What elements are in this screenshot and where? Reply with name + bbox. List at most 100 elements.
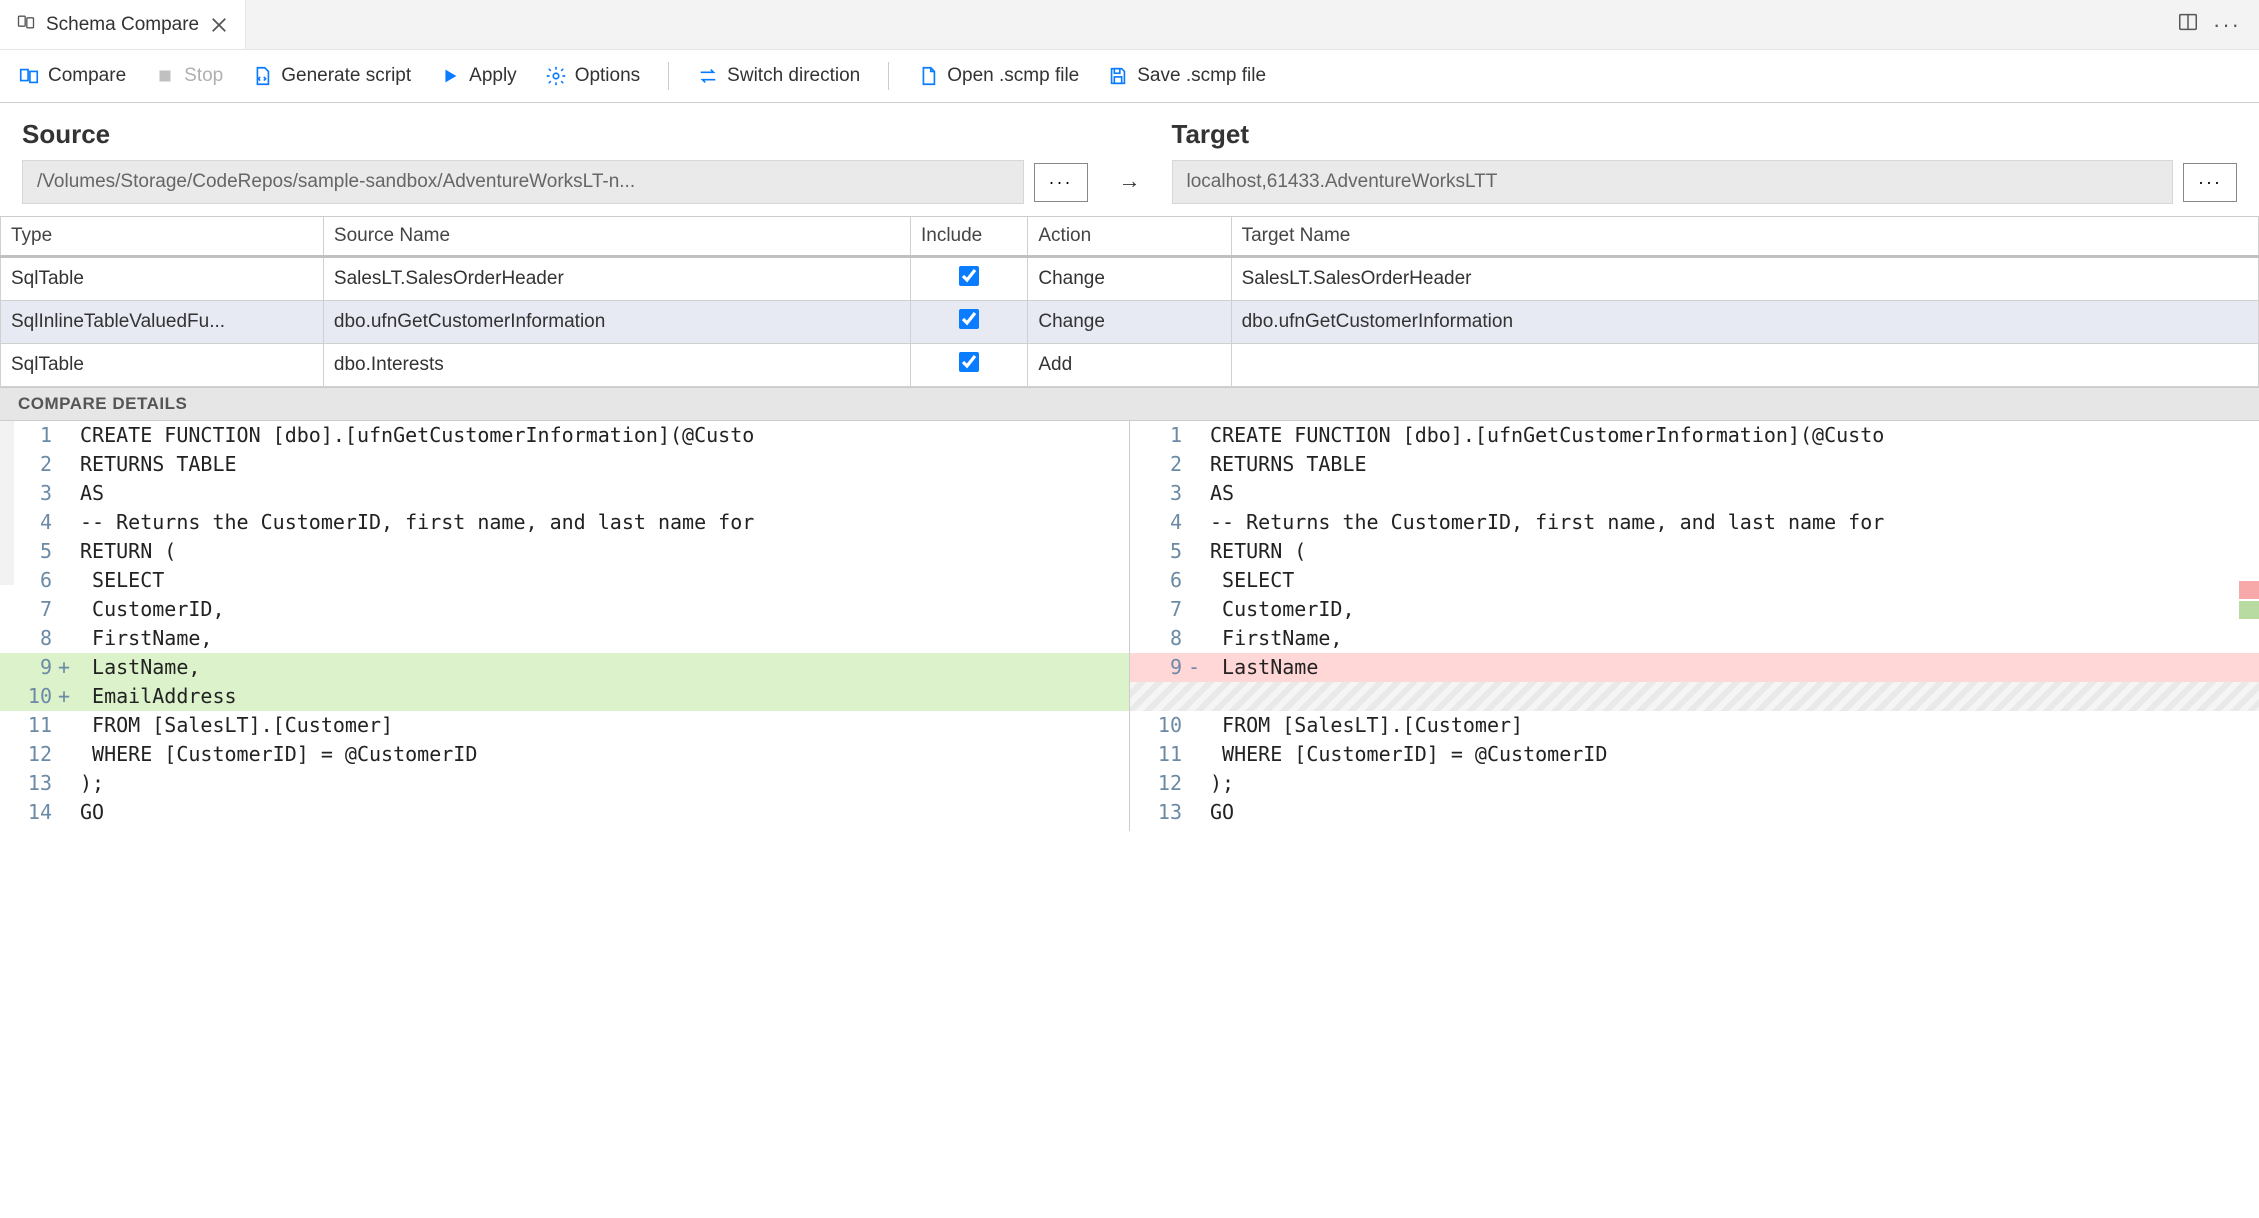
diff-marker (58, 421, 74, 450)
toolbar-divider (668, 62, 669, 90)
open-scmp-button[interactable]: Open .scmp file (917, 65, 1079, 87)
diff-panes: 1CREATE FUNCTION [dbo].[ufnGetCustomerIn… (0, 421, 2259, 831)
include-checkbox[interactable] (959, 266, 979, 286)
compare-details-header: COMPARE DETAILS (0, 387, 2259, 421)
cell-type: SqlTable (1, 257, 324, 301)
code-line: 6 SELECT (1130, 566, 2259, 595)
table-row[interactable]: SqlTableSalesLT.SalesOrderHeaderChangeSa… (1, 257, 2259, 301)
grid-header-row: Type Source Name Include Action Target N… (1, 217, 2259, 257)
line-number: 7 (0, 595, 58, 624)
code-line: 7 CustomerID, (1130, 595, 2259, 624)
active-tab[interactable]: Schema Compare (0, 0, 246, 49)
switch-direction-label: Switch direction (727, 65, 860, 87)
schema-compare-icon (16, 12, 36, 38)
code-text (1204, 682, 2259, 711)
stop-label: Stop (184, 65, 223, 87)
cell-action: Add (1028, 344, 1231, 387)
code-line (1130, 682, 2259, 711)
code-text: RETURNS TABLE (74, 450, 1129, 479)
code-line: 4-- Returns the CustomerID, first name, … (0, 508, 1129, 537)
diff-marker (1188, 769, 1204, 798)
save-scmp-button[interactable]: Save .scmp file (1107, 65, 1266, 87)
diff-marker (1188, 450, 1204, 479)
code-line: 5RETURN ( (0, 537, 1129, 566)
switch-direction-button[interactable]: Switch direction (697, 65, 860, 87)
toolbar: Compare Stop Generate script Apply Optio… (0, 50, 2259, 103)
code-text: -- Returns the CustomerID, first name, a… (1204, 508, 2259, 537)
code-text (1204, 827, 2259, 831)
source-browse-button[interactable]: ··· (1034, 163, 1088, 202)
line-number: 3 (1130, 479, 1188, 508)
diff-marker (58, 450, 74, 479)
target-input[interactable]: localhost,61433.AdventureWorksLTT (1172, 160, 2174, 204)
code-line: 3AS (1130, 479, 2259, 508)
diff-pane-source[interactable]: 1CREATE FUNCTION [dbo].[ufnGetCustomerIn… (0, 421, 1130, 831)
diff-marker (58, 595, 74, 624)
code-line: 13); (0, 769, 1129, 798)
code-text: RETURN ( (1204, 537, 2259, 566)
cell-target-name: dbo.ufnGetCustomerInformation (1231, 301, 2258, 344)
source-target-row: Source /Volumes/Storage/CodeRepos/sample… (0, 103, 2259, 216)
code-line: 8 FirstName, (1130, 624, 2259, 653)
apply-button[interactable]: Apply (439, 65, 517, 87)
diff-marker (58, 537, 74, 566)
options-button[interactable]: Options (545, 65, 640, 87)
cell-include (910, 344, 1027, 387)
toolbar-divider (888, 62, 889, 90)
cell-target-name (1231, 344, 2258, 387)
target-browse-button[interactable]: ··· (2183, 163, 2237, 202)
line-number: 12 (1130, 769, 1188, 798)
code-text: GO (1204, 798, 2259, 827)
source-input[interactable]: /Volumes/Storage/CodeRepos/sample-sandbo… (22, 160, 1024, 204)
cell-include (910, 257, 1027, 301)
code-text: CustomerID, (74, 595, 1129, 624)
generate-script-button[interactable]: Generate script (251, 65, 411, 87)
line-number: 9 (1130, 653, 1188, 682)
line-number: 5 (1130, 537, 1188, 566)
diff-marker (58, 479, 74, 508)
col-header-type[interactable]: Type (1, 217, 324, 257)
open-scmp-label: Open .scmp file (947, 65, 1079, 87)
include-checkbox[interactable] (959, 352, 979, 372)
diff-marker (1188, 682, 1204, 711)
cell-type: SqlTable (1, 344, 324, 387)
split-editor-icon[interactable] (2177, 11, 2199, 39)
code-line: 14GO (0, 798, 1129, 827)
line-number: 4 (1130, 508, 1188, 537)
close-icon[interactable] (209, 15, 229, 35)
col-header-include[interactable]: Include (910, 217, 1027, 257)
code-line: 13GO (1130, 798, 2259, 827)
diff-marker (1188, 537, 1204, 566)
line-number: 12 (0, 740, 58, 769)
overview-ruler[interactable] (2239, 421, 2259, 831)
line-number: 10 (1130, 711, 1188, 740)
diff-marker (58, 798, 74, 827)
table-row[interactable]: SqlInlineTableValuedFu...dbo.ufnGetCusto… (1, 301, 2259, 344)
code-line: 14 (1130, 827, 2259, 831)
source-column: Source /Volumes/Storage/CodeRepos/sample… (22, 119, 1088, 204)
code-line: 2RETURNS TABLE (0, 450, 1129, 479)
col-header-source-name[interactable]: Source Name (323, 217, 910, 257)
code-line: 8 FirstName, (0, 624, 1129, 653)
diff-marker (1188, 740, 1204, 769)
more-actions-icon[interactable]: ··· (2213, 12, 2241, 38)
code-line: 1CREATE FUNCTION [dbo].[ufnGetCustomerIn… (1130, 421, 2259, 450)
line-number: 8 (1130, 624, 1188, 653)
scrollbar-handle[interactable] (0, 421, 14, 585)
code-text: CREATE FUNCTION [dbo].[ufnGetCustomerInf… (1204, 421, 2259, 450)
code-text: GO (74, 798, 1129, 827)
options-label: Options (575, 65, 640, 87)
cell-source-name: dbo.Interests (323, 344, 910, 387)
table-row[interactable]: SqlTabledbo.Interests Add (1, 344, 2259, 387)
diff-marker (1188, 479, 1204, 508)
ruler-mark-added (2239, 601, 2259, 619)
line-number: 15 (0, 827, 58, 831)
code-text: RETURN ( (74, 537, 1129, 566)
diff-pane-target[interactable]: 1CREATE FUNCTION [dbo].[ufnGetCustomerIn… (1130, 421, 2259, 831)
col-header-target-name[interactable]: Target Name (1231, 217, 2258, 257)
compare-button[interactable]: Compare (18, 65, 126, 87)
col-header-action[interactable]: Action (1028, 217, 1231, 257)
target-heading: Target (1172, 119, 2238, 150)
include-checkbox[interactable] (959, 309, 979, 329)
code-line: 3AS (0, 479, 1129, 508)
